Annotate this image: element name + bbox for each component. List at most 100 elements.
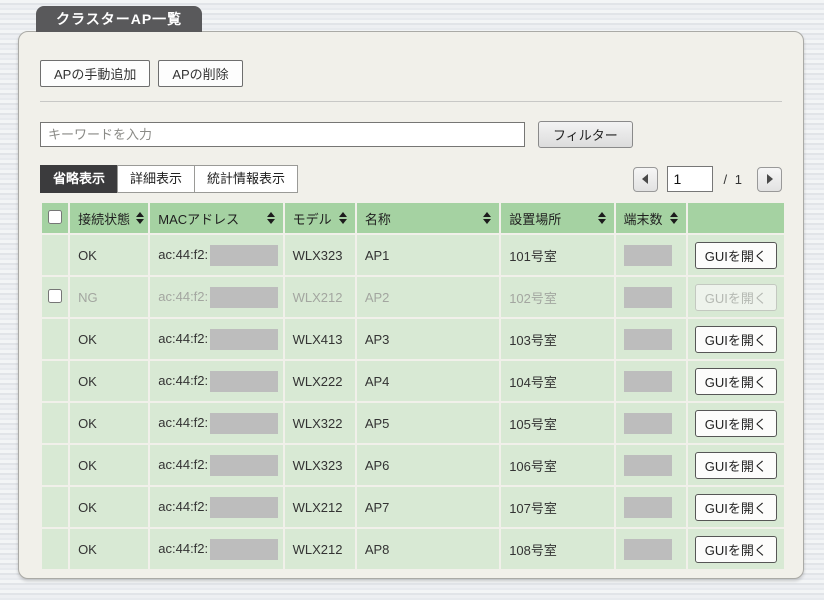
delete-ap-button[interactable]: APの削除 bbox=[158, 60, 242, 87]
name-cell: AP7 bbox=[357, 487, 499, 527]
column-header-model[interactable]: モデル bbox=[285, 203, 355, 233]
mac-address-cell: ac:44:f2: bbox=[150, 529, 282, 569]
action-cell: GUIを開く bbox=[688, 487, 784, 527]
sort-icon[interactable] bbox=[592, 212, 606, 224]
sort-icon[interactable] bbox=[333, 212, 347, 224]
status-cell: OK bbox=[70, 319, 148, 359]
name-cell: AP3 bbox=[357, 319, 499, 359]
action-cell: GUIを開く bbox=[688, 445, 784, 485]
mac-redaction-box bbox=[210, 539, 278, 560]
client-count-cell bbox=[616, 319, 686, 359]
action-cell: GUIを開く bbox=[688, 277, 784, 317]
open-gui-button[interactable]: GUIを開く bbox=[695, 326, 777, 353]
mac-redaction-box bbox=[210, 497, 278, 518]
sort-icon[interactable] bbox=[477, 212, 491, 224]
sort-icon[interactable] bbox=[261, 212, 275, 224]
add-ap-button[interactable]: APの手動追加 bbox=[40, 60, 150, 87]
client-count-cell bbox=[616, 277, 686, 317]
column-header-mac[interactable]: MACアドレス bbox=[150, 203, 282, 233]
column-header-clients[interactable]: 端末数 bbox=[616, 203, 686, 233]
column-header-location[interactable]: 設置場所 bbox=[501, 203, 613, 233]
mac-address-cell: ac:44:f2: bbox=[150, 487, 282, 527]
mac-redaction-box bbox=[210, 287, 278, 308]
status-cell: OK bbox=[70, 445, 148, 485]
next-page-button[interactable] bbox=[757, 167, 782, 192]
prev-page-icon bbox=[642, 174, 648, 184]
row-select-cell bbox=[42, 319, 68, 359]
open-gui-button[interactable]: GUIを開く bbox=[695, 536, 777, 563]
row-select-checkbox[interactable] bbox=[48, 289, 62, 303]
model-cell: WLX222 bbox=[285, 361, 355, 401]
ap-table: 接続状態 MACアドレス モデル 名称 設置場所 bbox=[40, 201, 786, 571]
row-select-cell bbox=[42, 403, 68, 443]
column-header-status[interactable]: 接続状態 bbox=[70, 203, 148, 233]
open-gui-button[interactable]: GUIを開く bbox=[695, 368, 777, 395]
status-cell: NG bbox=[70, 277, 148, 317]
mac-prefix: ac:44:f2: bbox=[158, 456, 208, 471]
table-row: OKac:44:f2:WLX212AP8108号室GUIを開く bbox=[42, 529, 784, 569]
toolbar: APの手動追加 APの削除 bbox=[40, 60, 782, 87]
name-cell: AP8 bbox=[357, 529, 499, 569]
tab-summary-view[interactable]: 省略表示 bbox=[40, 165, 118, 193]
action-cell: GUIを開く bbox=[688, 529, 784, 569]
status-cell: OK bbox=[70, 403, 148, 443]
toolbar-divider bbox=[40, 101, 782, 102]
tab-statistics-view[interactable]: 統計情報表示 bbox=[194, 165, 298, 193]
location-cell: 101号室 bbox=[501, 235, 613, 275]
status-cell: OK bbox=[70, 529, 148, 569]
name-cell: AP2 bbox=[357, 277, 499, 317]
mac-address-cell: ac:44:f2: bbox=[150, 403, 282, 443]
location-cell: 106号室 bbox=[501, 445, 613, 485]
row-select-cell bbox=[42, 487, 68, 527]
open-gui-button[interactable]: GUIを開く bbox=[695, 242, 777, 269]
mac-redaction-box bbox=[210, 329, 278, 350]
select-all-checkbox[interactable] bbox=[48, 210, 62, 224]
mac-prefix: ac:44:f2: bbox=[158, 372, 208, 387]
keyword-input[interactable] bbox=[40, 122, 525, 147]
action-cell: GUIを開く bbox=[688, 403, 784, 443]
row-select-cell bbox=[42, 235, 68, 275]
model-cell: WLX323 bbox=[285, 445, 355, 485]
mac-redaction-box bbox=[210, 371, 278, 392]
name-cell: AP1 bbox=[357, 235, 499, 275]
prev-page-button[interactable] bbox=[633, 167, 658, 192]
name-cell: AP6 bbox=[357, 445, 499, 485]
client-count-redaction-box bbox=[624, 413, 672, 434]
client-count-redaction-box bbox=[624, 287, 672, 308]
table-row: NG ac:44:f2: WLX212AP2102号室 GUIを開く bbox=[42, 277, 784, 317]
model-cell: WLX212 bbox=[285, 529, 355, 569]
table-row: OKac:44:f2:WLX212AP7107号室GUIを開く bbox=[42, 487, 784, 527]
location-cell: 105号室 bbox=[501, 403, 613, 443]
row-select-cell bbox=[42, 529, 68, 569]
mac-address-cell: ac:44:f2: bbox=[150, 361, 282, 401]
table-row: OKac:44:f2:WLX413AP3103号室GUIを開く bbox=[42, 319, 784, 359]
mac-prefix: ac:44:f2: bbox=[158, 288, 208, 303]
cluster-ap-panel: APの手動追加 APの削除 フィルター 省略表示 詳細表示 統計情報表示 / 1 bbox=[18, 31, 804, 579]
client-count-cell bbox=[616, 487, 686, 527]
table-header-row: 接続状態 MACアドレス モデル 名称 設置場所 bbox=[42, 203, 784, 233]
mac-prefix: ac:44:f2: bbox=[158, 414, 208, 429]
mac-redaction-box bbox=[210, 455, 278, 476]
open-gui-button[interactable]: GUIを開く bbox=[695, 410, 777, 437]
tab-detail-view[interactable]: 詳細表示 bbox=[117, 165, 195, 193]
model-cell: WLX322 bbox=[285, 403, 355, 443]
page-number-input[interactable] bbox=[667, 166, 713, 192]
model-cell: WLX212 bbox=[285, 277, 355, 317]
status-cell: OK bbox=[70, 361, 148, 401]
name-cell: AP5 bbox=[357, 403, 499, 443]
row-select-cell bbox=[42, 277, 68, 317]
column-header-name[interactable]: 名称 bbox=[357, 203, 499, 233]
mac-redaction-box bbox=[210, 413, 278, 434]
client-count-cell bbox=[616, 445, 686, 485]
open-gui-button[interactable]: GUIを開く bbox=[695, 452, 777, 479]
open-gui-button[interactable]: GUIを開く bbox=[695, 494, 777, 521]
location-cell: 102号室 bbox=[501, 277, 613, 317]
location-cell: 104号室 bbox=[501, 361, 613, 401]
name-cell: AP4 bbox=[357, 361, 499, 401]
sort-icon[interactable] bbox=[664, 212, 678, 224]
sort-icon[interactable] bbox=[130, 212, 144, 224]
table-row: OK ac:44:f2: WLX222AP4104号室 GUIを開く bbox=[42, 361, 784, 401]
page-total-label: / 1 bbox=[724, 172, 744, 187]
table-row: OK ac:44:f2: WLX322AP5105号室 GUIを開く bbox=[42, 403, 784, 443]
filter-button[interactable]: フィルター bbox=[538, 121, 633, 148]
